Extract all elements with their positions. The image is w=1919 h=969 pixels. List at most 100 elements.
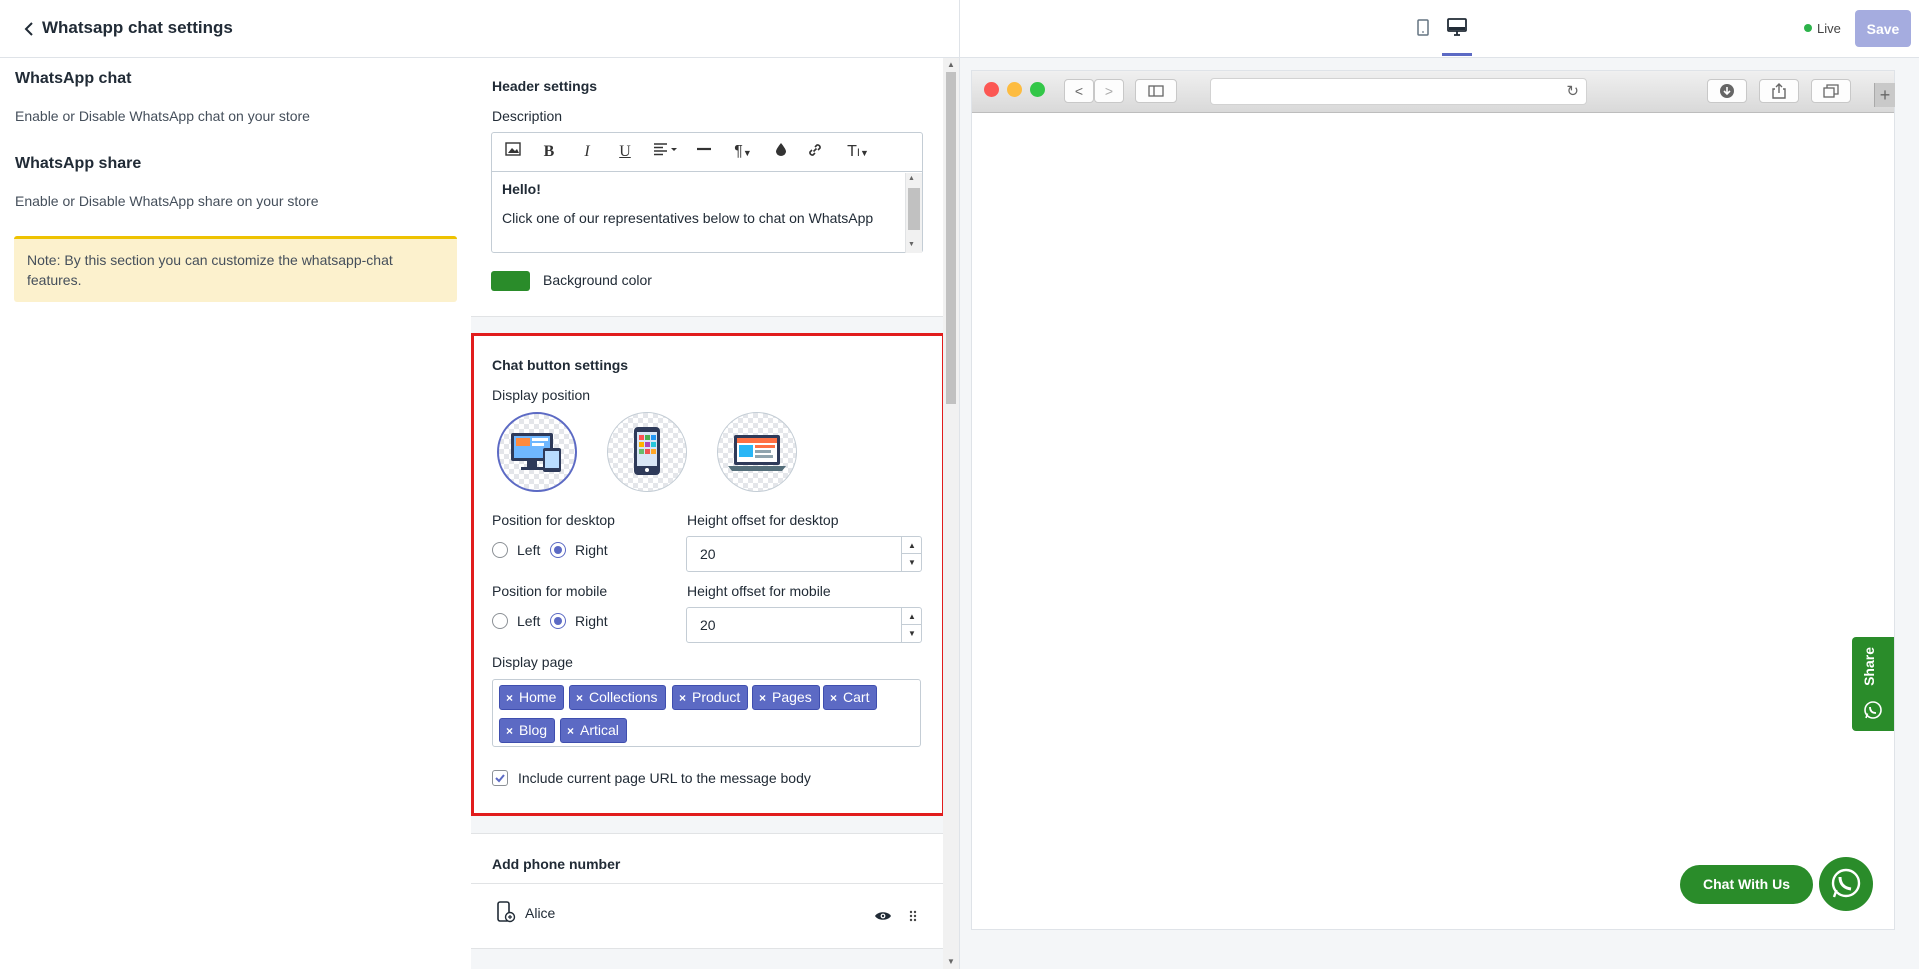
background-color-swatch[interactable] (491, 271, 530, 291)
reload-icon: ↻ (1566, 83, 1579, 100)
display-position-laptop-option[interactable] (717, 412, 797, 492)
display-position-label: Display position (492, 387, 591, 403)
height-mobile-label: Height offset for mobile (687, 583, 831, 599)
underline-icon[interactable]: U (616, 142, 634, 162)
position-mobile-right-radio[interactable] (550, 613, 566, 629)
position-desktop-label: Position for desktop (492, 512, 615, 528)
description-editor[interactable]: B I U ¶▼ TI▼ Hello! Click one of our rep… (491, 132, 923, 253)
whatsapp-share-heading: WhatsApp share (15, 155, 142, 172)
browser-tabs-icon (1811, 79, 1851, 103)
whatsapp-share-description: Enable or Disable WhatsApp share on your… (15, 193, 319, 209)
page-tag-artical[interactable]: × Artical (560, 718, 627, 743)
desktop-view-icon[interactable] (1445, 15, 1469, 39)
eye-icon[interactable] (874, 909, 892, 923)
include-url-checkbox[interactable] (492, 770, 508, 786)
position-mobile-label: Position for mobile (492, 583, 608, 599)
display-position-desktop-option[interactable] (497, 412, 577, 492)
scroll-up-icon[interactable]: ▲ (943, 60, 959, 72)
checkmark-icon (495, 774, 505, 783)
increment-icon[interactable]: ▲ (902, 608, 922, 625)
whatsapp-icon (1864, 701, 1882, 719)
close-window-icon (984, 82, 999, 97)
background-color-label: Background color (543, 272, 652, 288)
height-mobile-input[interactable]: 20 ▲ ▼ (686, 607, 922, 643)
editor-scroll-up-icon[interactable]: ▲ (908, 175, 915, 182)
save-button[interactable]: Save (1855, 10, 1911, 47)
text-size-dropdown-icon[interactable]: TI▼ (843, 142, 873, 162)
height-desktop-input[interactable]: 20 ▲ ▼ (686, 536, 922, 572)
share-label: Share (1861, 647, 1877, 686)
editor-scroll-thumb[interactable] (908, 188, 920, 230)
horizontal-rule-icon[interactable] (695, 142, 713, 162)
editor-toolbar: B I U ¶▼ TI▼ (492, 133, 922, 172)
position-desktop-right-radio[interactable] (550, 542, 566, 558)
browser-toolbar: < > ↻ (972, 71, 1894, 113)
back-arrow-icon[interactable] (18, 18, 40, 40)
position-mobile-left-radio[interactable] (492, 613, 508, 629)
position-desktop-right-label[interactable]: Right (575, 542, 608, 558)
phone-agent-icon (495, 900, 517, 924)
browser-new-tab-icon: + (1874, 83, 1895, 107)
whatsapp-chat-description: Enable or Disable WhatsApp chat on your … (15, 108, 310, 124)
position-desktop-left-label[interactable]: Left (517, 542, 540, 558)
height-mobile-stepper[interactable]: ▲ ▼ (901, 608, 922, 642)
remove-tag-icon[interactable]: × (759, 691, 766, 705)
editor-scroll-down-icon[interactable]: ▼ (908, 241, 915, 248)
phone-entry-name: Alice (525, 905, 556, 921)
browser-back-icon: < (1064, 79, 1094, 103)
height-mobile-value: 20 (700, 617, 716, 633)
page-tag-blog[interactable]: × Blog (499, 718, 556, 743)
display-page-tag-input[interactable]: × Home × Collections × Product × Pages × Cart… (492, 679, 921, 747)
link-icon[interactable] (806, 142, 824, 162)
remove-tag-icon[interactable]: × (576, 691, 583, 705)
chat-button-settings-title: Chat button settings (492, 357, 629, 373)
whatsapp-icon (1831, 868, 1861, 898)
whatsapp-share-button[interactable]: Share (1852, 637, 1894, 731)
browser-download-icon (1707, 79, 1747, 103)
bold-icon[interactable]: B (540, 142, 558, 162)
description-label: Description (492, 108, 563, 124)
align-dropdown-icon[interactable] (652, 142, 682, 162)
remove-tag-icon[interactable]: × (679, 691, 686, 705)
editor-scrollbar[interactable]: ▲ ▼ (905, 173, 922, 253)
page-tag-cart[interactable]: × Cart (823, 685, 878, 710)
display-page-label: Display page (492, 654, 573, 670)
remove-tag-icon[interactable]: × (830, 691, 837, 705)
editor-content[interactable]: Hello! Click one of our representatives … (492, 173, 906, 253)
tablet-view-icon[interactable] (1413, 17, 1433, 39)
drag-handle-icon[interactable] (908, 909, 918, 923)
display-position-mobile-option[interactable] (607, 412, 687, 492)
page-tag-product[interactable]: × Product (672, 685, 749, 710)
add-phone-number-title: Add phone number (492, 856, 621, 872)
position-mobile-left-label[interactable]: Left (517, 613, 540, 629)
phone-numbers-card (471, 833, 943, 949)
remove-tag-icon[interactable]: × (567, 724, 574, 738)
decrement-icon[interactable]: ▼ (902, 625, 922, 642)
image-icon[interactable] (503, 142, 523, 162)
desktop-device-icon (511, 433, 561, 472)
mobile-device-icon (634, 427, 660, 475)
scroll-down-icon[interactable]: ▼ (943, 957, 959, 969)
remove-tag-icon[interactable]: × (506, 691, 513, 705)
page-tag-pages[interactable]: × Pages (752, 685, 820, 710)
chat-with-us-button[interactable]: Chat With Us (1680, 865, 1813, 904)
phone-divider (471, 883, 943, 884)
paragraph-dropdown-icon[interactable]: ¶▼ (729, 142, 757, 162)
active-view-indicator (1442, 53, 1472, 56)
page-tag-home[interactable]: × Home (499, 685, 565, 710)
settings-scroll-thumb[interactable] (946, 72, 956, 404)
decrement-icon[interactable]: ▼ (902, 554, 922, 571)
remove-tag-icon[interactable]: × (506, 724, 513, 738)
include-url-label[interactable]: Include current page URL to the message … (518, 770, 811, 786)
position-desktop-left-radio[interactable] (492, 542, 508, 558)
whatsapp-chat-heading: WhatsApp chat (15, 70, 132, 87)
text-color-icon[interactable] (773, 142, 789, 162)
increment-icon[interactable]: ▲ (902, 537, 922, 554)
whatsapp-chat-fab[interactable] (1819, 857, 1873, 911)
header-settings-title: Header settings (492, 78, 598, 94)
position-mobile-right-label[interactable]: Right (575, 613, 608, 629)
page-tag-collections[interactable]: × Collections (569, 685, 666, 710)
laptop-device-icon (728, 435, 786, 471)
height-desktop-stepper[interactable]: ▲ ▼ (901, 537, 922, 571)
italic-icon[interactable]: I (578, 142, 596, 162)
